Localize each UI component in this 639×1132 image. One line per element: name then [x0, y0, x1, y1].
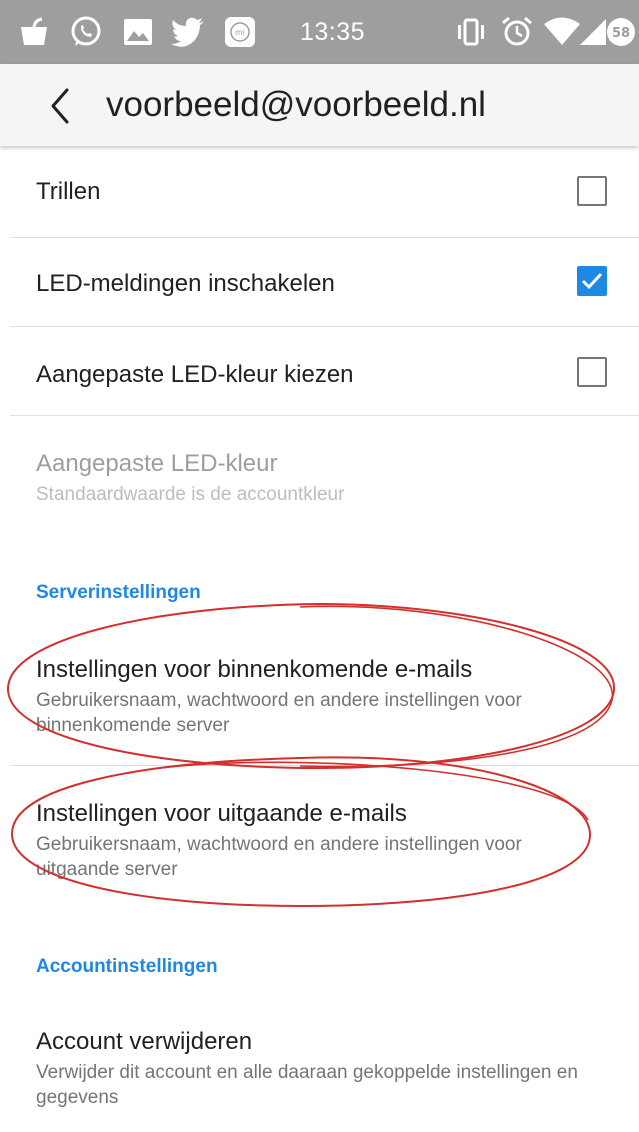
vibrate-icon — [452, 0, 490, 64]
setting-custom-led-choose-label: Aangepaste LED-kleur kiezen — [36, 361, 354, 388]
status-bar: mi 13:35 58 — [0, 0, 639, 64]
setting-outgoing-server[interactable]: Instellingen voor uitgaande e-mails Gebr… — [0, 766, 639, 906]
setting-custom-led-choose[interactable]: Aangepaste LED-kleur kiezen — [0, 327, 639, 415]
setting-delete-account[interactable]: Account verwijderen Verwijder dit accoun… — [0, 1010, 639, 1132]
section-header-account: Accountinstellingen — [36, 956, 218, 977]
setting-incoming-server[interactable]: Instellingen voor binnenkomende e-mails … — [0, 640, 639, 764]
back-arrow-icon — [51, 88, 69, 124]
battery-level: 58 — [612, 26, 630, 41]
back-button[interactable] — [30, 76, 90, 136]
checkmark-icon — [581, 272, 603, 290]
gallery-icon — [118, 0, 158, 64]
app-icon — [14, 0, 54, 64]
setting-custom-led-color-summary: Standaardwaarde is de accountkleur — [36, 484, 345, 505]
battery-icon: 58 — [604, 0, 638, 64]
status-time: 13:35 — [300, 18, 366, 46]
setting-outgoing-server-label: Instellingen voor uitgaande e-mails — [36, 800, 407, 827]
app-bar: voorbeeld@voorbeeld.nl — [0, 64, 639, 146]
settings-screen: mi 13:35 58 voorbeeld@voorbeeld.nl Trill… — [0, 0, 639, 1132]
vibrate-checkbox[interactable] — [577, 176, 607, 206]
setting-delete-account-label: Account verwijderen — [36, 1028, 253, 1055]
led-notifications-checkbox[interactable] — [577, 266, 607, 296]
whatsapp-icon — [66, 0, 106, 64]
setting-incoming-server-summary: Gebruikersnaam, wachtwoord en andere ins… — [36, 690, 522, 736]
setting-vibrate[interactable]: Trillen — [0, 148, 639, 238]
setting-led-notifications-label: LED-meldingen inschakelen — [36, 270, 335, 297]
setting-vibrate-label: Trillen — [36, 178, 101, 205]
setting-outgoing-server-summary: Gebruikersnaam, wachtwoord en andere ins… — [36, 834, 522, 880]
setting-custom-led-color-label: Aangepaste LED-kleur — [36, 450, 278, 477]
mi-icon: mi — [220, 0, 260, 64]
svg-text:mi: mi — [235, 28, 245, 37]
setting-custom-led-color: Aangepaste LED-kleur Standaardwaarde is … — [0, 416, 639, 526]
custom-led-choose-checkbox[interactable] — [577, 357, 607, 387]
setting-delete-account-summary: Verwijder dit account en alle daaraan ge… — [36, 1062, 578, 1108]
setting-incoming-server-label: Instellingen voor binnenkomende e-mails — [36, 656, 473, 683]
alarm-icon — [498, 0, 536, 64]
setting-led-notifications[interactable]: LED-meldingen inschakelen — [0, 238, 639, 326]
section-header-server: Serverinstellingen — [36, 582, 201, 603]
page-title: voorbeeld@voorbeeld.nl — [106, 85, 486, 124]
twitter-icon — [168, 0, 208, 64]
